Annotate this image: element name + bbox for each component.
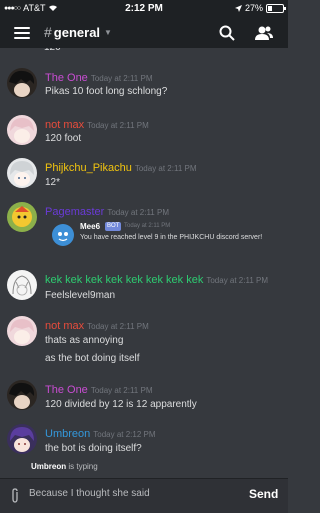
timestamp: Today at 2:11 PM (87, 121, 149, 130)
typing-indicator: Umbreon is typing (31, 462, 98, 471)
author-name[interactable]: Phijkchu_Pikachu (45, 162, 132, 174)
message-feed[interactable]: 120 The OneToday at 2:11 PM Pikas 10 foo… (0, 48, 288, 480)
message-text: 120 divided by 12 is 12 apparently (45, 399, 197, 410)
bot-message: Mee6 BOT Today at 2:11 PM You have reach… (52, 222, 280, 254)
message-text: as the bot doing itself (45, 353, 140, 364)
battery-icon (266, 3, 286, 13)
send-button[interactable]: Send (249, 487, 278, 501)
status-bar: ●●●○○ AT&T 2:12 PM 27% (0, 0, 288, 18)
author-name[interactable]: not max (45, 119, 84, 131)
chevron-down-icon: ▼ (104, 27, 112, 37)
timestamp: Today at 2:11 PM (87, 322, 149, 331)
message-text: Pikas 10 foot long schlong? (45, 86, 168, 97)
message-text: Feelslevel9man (45, 290, 116, 301)
timestamp: Today at 2:12 PM (93, 430, 156, 439)
author-name[interactable]: The One (45, 72, 88, 84)
message-header: not max Today at 2:11 PM (45, 316, 149, 334)
timestamp: Today at 2:11 PM (134, 164, 197, 173)
avatar[interactable] (7, 158, 37, 188)
bot-message-text: You have reached level 9 in the PHIJKCHU… (80, 234, 263, 241)
timestamp: Today at 2:11 PM (90, 74, 153, 83)
author-name[interactable]: Umbreon (45, 428, 90, 440)
attachment-icon[interactable] (9, 488, 21, 504)
message-input[interactable]: Because I thought she said (29, 488, 150, 499)
message-text: the bot is doing itself? (45, 443, 142, 454)
message-header: The One Today at 2:11 PM (45, 68, 152, 86)
bot-badge: BOT (105, 222, 122, 231)
message-header: Phijkchu_Pikachu Today at 2:11 PM (45, 158, 197, 176)
avatar[interactable] (7, 115, 37, 145)
message-header: not max Today at 2:11 PM (45, 115, 149, 133)
avatar[interactable] (7, 68, 37, 98)
channel-hash: # (44, 24, 52, 40)
battery-percent: 27% (244, 3, 263, 13)
timestamp: Today at 2:11 PM (107, 208, 169, 217)
author-name[interactable]: Pagemaster (45, 206, 104, 218)
message-text: thats as annoying (45, 335, 124, 346)
avatar[interactable] (7, 380, 37, 410)
channel-name: general (53, 24, 101, 40)
channel-selector[interactable]: # general ▼ (44, 24, 112, 40)
battery-fill (268, 5, 272, 11)
location-icon (234, 4, 242, 12)
avatar[interactable] (7, 424, 37, 454)
avatar[interactable] (7, 270, 37, 300)
search-icon[interactable] (219, 25, 235, 41)
author-name[interactable]: not max (45, 320, 84, 332)
message-text: 120 foot (45, 133, 82, 144)
members-icon[interactable] (255, 25, 273, 41)
typing-suffix: is typing (66, 462, 98, 471)
partial-message: 120 (44, 48, 61, 53)
typing-user: Umbreon (31, 462, 67, 471)
message-header: Umbreon Today at 2:12 PM (45, 424, 156, 442)
battery-group: 27% (234, 3, 286, 13)
avatar[interactable] (7, 202, 37, 232)
message-header: kek kek kek kek kek kek kek kek Today at … (45, 270, 268, 288)
author-name[interactable]: kek kek kek kek kek kek kek kek (45, 274, 203, 286)
avatar[interactable] (7, 316, 37, 346)
message-header: Pagemaster Today at 2:11 PM (45, 202, 169, 220)
author-name[interactable]: The One (45, 384, 88, 396)
bot-name[interactable]: Mee6 (80, 222, 100, 231)
message-text: 12* (45, 177, 61, 188)
message-header: The One Today at 2:11 PM (45, 380, 152, 398)
app-header: # general ▼ (0, 18, 288, 48)
bot-avatar[interactable] (52, 224, 74, 246)
timestamp: Today at 2:11 PM (90, 386, 153, 395)
bot-timestamp: Today at 2:11 PM (124, 223, 171, 229)
menu-icon[interactable] (14, 27, 30, 39)
message-composer: Because I thought she said Send (0, 478, 288, 513)
timestamp: Today at 2:11 PM (206, 276, 269, 285)
